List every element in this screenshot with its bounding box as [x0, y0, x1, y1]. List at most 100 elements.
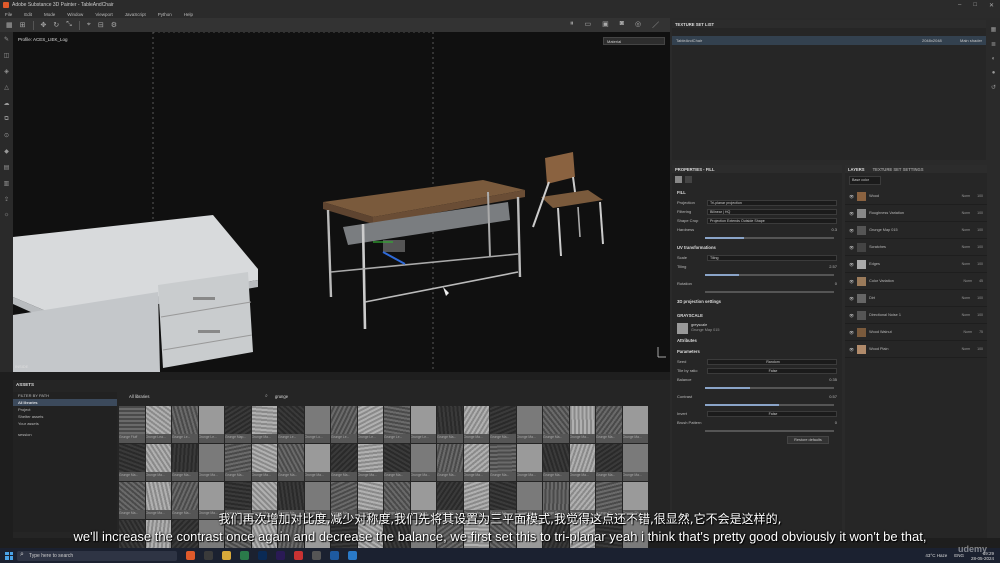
fill-mode-icon[interactable]	[675, 176, 682, 183]
layer-blend-mode[interactable]: Norm	[962, 347, 975, 351]
asset-tile[interactable]: Grunge Le...	[331, 406, 357, 443]
material-mode-icon[interactable]	[685, 176, 692, 183]
tiling-value[interactable]: 2.57	[829, 264, 837, 269]
polygon-fill-icon[interactable]: ◆	[4, 148, 9, 155]
layer-row[interactable]: 👁 Edges Norm 100	[845, 256, 987, 273]
weather-widget[interactable]: 43°C Haze	[925, 553, 947, 558]
task-view-icon[interactable]	[204, 551, 213, 560]
minimize-button[interactable]: –	[958, 2, 961, 9]
app-icon[interactable]	[330, 551, 339, 560]
asset-tile[interactable]: Grunge Ma...	[172, 444, 198, 481]
parameters-section-label[interactable]: Parameters	[672, 346, 842, 357]
contrast-value[interactable]: 0.57	[829, 394, 837, 399]
asset-tile[interactable]: Grunge Le...	[357, 406, 383, 443]
layer-opacity[interactable]: 100	[977, 347, 987, 351]
grid-icon[interactable]: ⊞	[20, 21, 26, 29]
brush-icon[interactable]: ／	[652, 20, 659, 30]
visibility-eye-icon[interactable]: 👁	[849, 228, 854, 233]
projection-dropdown[interactable]: Tri-planar projection	[707, 199, 837, 206]
explorer-app-icon[interactable]	[222, 551, 231, 560]
menu-viewport[interactable]: Viewport	[95, 12, 112, 17]
balance-slider[interactable]	[705, 387, 834, 389]
filtering-dropdown[interactable]: Bilinear | HQ	[707, 208, 837, 215]
layer-opacity[interactable]: 100	[977, 245, 987, 249]
photoshop-app-icon[interactable]	[258, 551, 267, 560]
smudge-tool-icon[interactable]: ☁	[4, 100, 10, 107]
asset-tile[interactable]: Grunge Map...	[225, 406, 251, 443]
substance-painter-app-icon[interactable]	[294, 551, 303, 560]
menu-help[interactable]: Help	[184, 12, 193, 17]
asset-tile[interactable]: Grunge Fluff	[119, 406, 145, 443]
asset-tile[interactable]: Grunge Ma...	[437, 444, 463, 481]
proj3d-section-label[interactable]: 3D projection settings	[672, 296, 842, 307]
move-icon[interactable]: ✥	[41, 21, 47, 29]
picker-tool-icon[interactable]: ⊙	[4, 132, 9, 139]
layer-opacity[interactable]: 100	[977, 296, 987, 300]
layer-blend-mode[interactable]: Norm	[962, 228, 975, 232]
tree-item-shelter[interactable]: Shelter assets	[13, 413, 117, 420]
restore-defaults-button[interactable]: Restore defaults	[787, 436, 829, 444]
layer-blend-mode[interactable]: Norm	[962, 296, 975, 300]
texture-set-icon[interactable]: ▦	[991, 26, 997, 33]
visibility-eye-icon[interactable]: 👁	[849, 245, 854, 250]
asset-tile[interactable]: Grunge Le...	[278, 406, 304, 443]
asset-tile[interactable]: Grunge Ma...	[119, 444, 145, 481]
asset-tile[interactable]: Grunge Lo...	[304, 406, 330, 443]
layer-blend-mode[interactable]: Norm	[962, 313, 975, 317]
app-icon[interactable]	[240, 551, 249, 560]
shape-crop-dropdown[interactable]: Projection Extends Outside Shape	[707, 217, 837, 224]
paint-tool-icon[interactable]: ✎	[4, 36, 9, 43]
layer-blend-mode[interactable]: Norm	[962, 194, 975, 198]
layer-row[interactable]: 👁 Wood Walnut Norm 75	[845, 324, 987, 341]
contrast-slider[interactable]	[705, 404, 834, 406]
asset-tile[interactable]: Grunge Ma...	[569, 406, 595, 443]
asset-tile[interactable]: Grunge Ma...	[543, 406, 569, 443]
settings-icon[interactable]: ⚙	[111, 21, 117, 29]
asset-tile[interactable]: Grunge Le...	[384, 406, 410, 443]
layer-blend-mode[interactable]: Norm	[962, 211, 975, 215]
layout-icon[interactable]: ▦	[6, 21, 13, 29]
tree-item-your-assets[interactable]: Your assets	[13, 420, 117, 427]
layer-blend-mode[interactable]: Norm	[964, 330, 977, 334]
maximize-button[interactable]: □	[973, 2, 977, 9]
tree-item-session[interactable]: session	[13, 431, 117, 438]
layer-blend-mode[interactable]: Norm	[962, 245, 975, 249]
3d-viewport[interactable]: Profile: ACES_LIEK_Log Material INSIDE	[13, 32, 670, 372]
asset-tile[interactable]: Grunge Ma...	[569, 444, 595, 481]
rotation-value[interactable]: 0	[835, 281, 837, 286]
channel-select[interactable]: Base color	[849, 176, 881, 185]
asset-tile[interactable]: Grunge Ma...	[410, 444, 436, 481]
brush-pattern-slider[interactable]	[705, 430, 834, 432]
asset-tile[interactable]: Grunge Ma...	[278, 444, 304, 481]
unreal-app-icon[interactable]	[312, 551, 321, 560]
visibility-eye-icon[interactable]: 👁	[849, 194, 854, 199]
layer-row[interactable]: 👁 Grunge Map 015 Norm 100	[845, 222, 987, 239]
geometry-tool-icon[interactable]: △	[4, 84, 9, 91]
hardness-slider[interactable]	[705, 237, 834, 239]
asset-tile[interactable]: Grunge Le...	[198, 406, 224, 443]
layer-blend-mode[interactable]: Norm	[964, 279, 977, 283]
windows-start-icon[interactable]	[5, 551, 13, 560]
asset-tile[interactable]: Grunge Ma...	[516, 444, 542, 481]
balance-value[interactable]: 0.35	[829, 377, 837, 382]
layer-row[interactable]: 👁 Dirt Norm 100	[845, 290, 987, 307]
app-icon[interactable]	[348, 551, 357, 560]
rotate-icon[interactable]: ↻	[53, 21, 59, 29]
asset-tile[interactable]: Grunge Ma...	[463, 444, 489, 481]
brush-pattern-value[interactable]: 0	[835, 420, 837, 425]
shader-icon[interactable]: ●	[992, 70, 996, 76]
asset-tile[interactable]: Grunge Ma...	[596, 444, 622, 481]
shelf-icon[interactable]: ▥	[4, 180, 10, 187]
video-icon[interactable]: ◙	[620, 20, 624, 30]
layer-row[interactable]: 👁 Directional Noise 1 Norm 100	[845, 307, 987, 324]
visibility-eye-icon[interactable]: 👁	[849, 279, 854, 284]
layer-opacity[interactable]: 100	[977, 228, 987, 232]
attributes-section-label[interactable]: Attributes	[672, 335, 842, 346]
asset-tile[interactable]: Grunge Ma...	[596, 406, 622, 443]
scale-dropdown[interactable]: Tiling	[707, 254, 837, 261]
asset-tile[interactable]: Grunge Ma...	[331, 444, 357, 481]
layer-row[interactable]: 👁 Scratches Norm 100	[845, 239, 987, 256]
bake-icon[interactable]: ▤	[4, 164, 10, 171]
asset-tile[interactable]: Grunge Ma...	[384, 444, 410, 481]
display-settings-icon[interactable]: ☼	[4, 212, 10, 218]
